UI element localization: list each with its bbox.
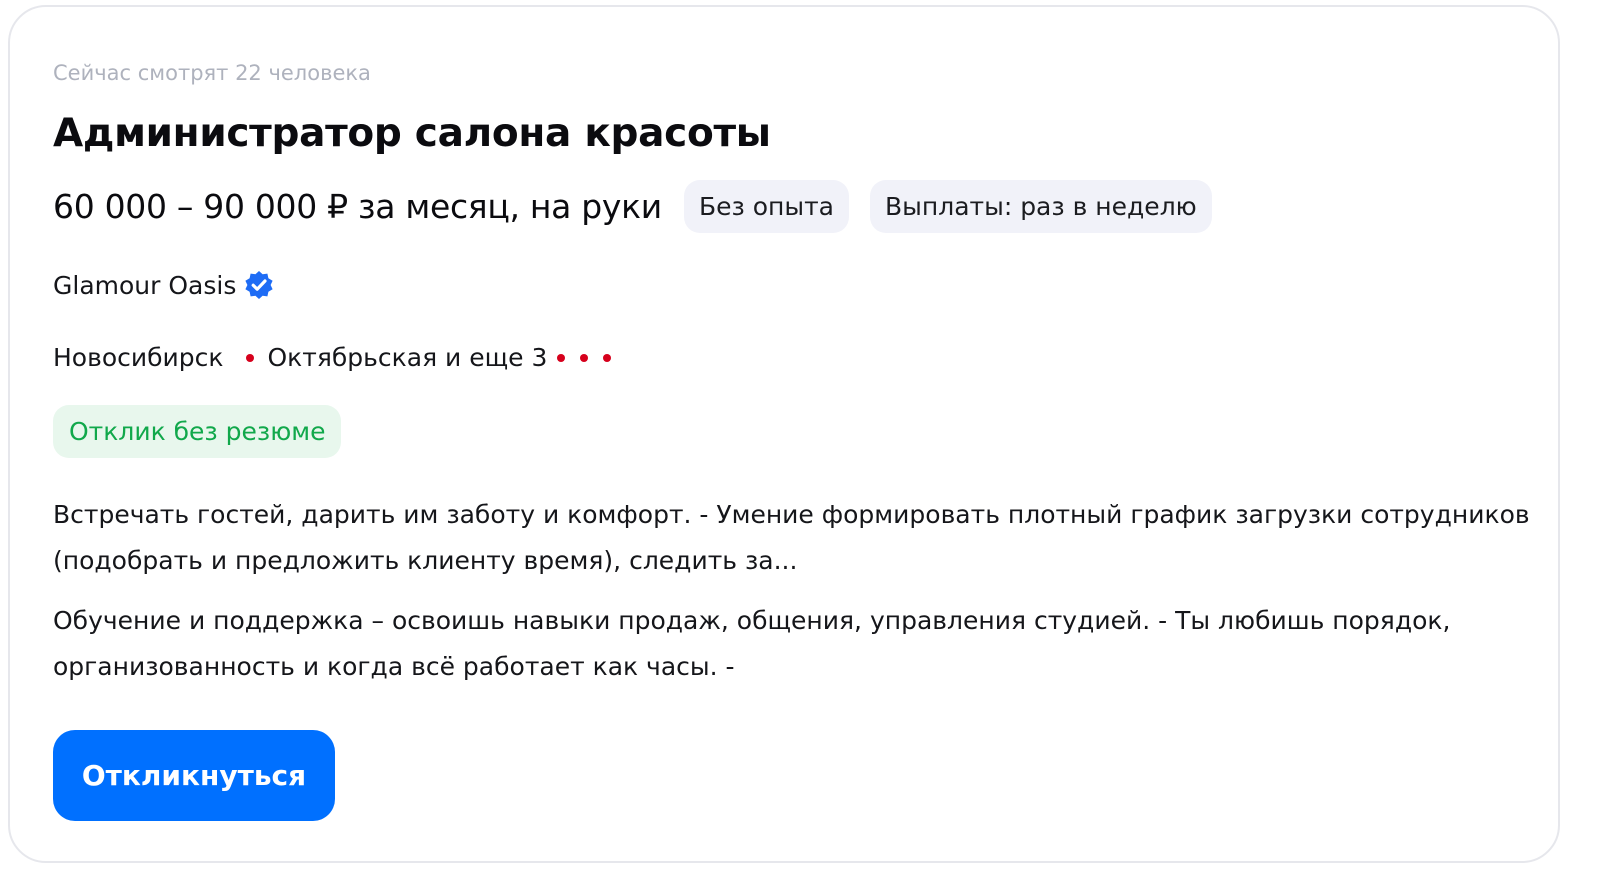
company-row: Glamour Oasis [53,269,275,301]
more-metro-lines [557,353,626,362]
description-responsibilities: Встречать гостей, дарить им заботу и ком… [53,500,1530,575]
no-resume-badge: Отклик без резюме [53,405,342,458]
salary-row: 60 000 – 90 000 ₽ за месяц, на руки Без … [53,180,1233,233]
vacancy-card[interactable]: Сейчас смотрят 22 человека Администратор… [8,5,1560,863]
vacancy-title[interactable]: Администратор салона красоты [53,111,771,156]
vacancy-card-content: Сейчас смотрят 22 человека Администратор… [53,7,1558,861]
salary: 60 000 – 90 000 ₽ за месяц, на руки [53,187,662,226]
verified-badge-icon [243,269,275,301]
location-row: Новосибирск Октябрьская и еще 3 [53,343,626,372]
city: Новосибирск [53,343,224,372]
description-conditions: Обучение и поддержка – освоишь навыки пр… [53,606,1451,681]
viewers-count: Сейчас смотрят 22 человека [53,61,371,85]
metro-line-dot-icon [245,353,254,362]
metro-line-dot-icon [603,353,612,362]
metro-line-dot-icon [580,353,589,362]
experience-tag: Без опыта [683,180,849,233]
metro-line-dot-icon [557,353,566,362]
apply-button[interactable]: Откликнуться [53,730,335,821]
metro-station: Октябрьская и еще 3 [267,343,548,372]
payout-tag: Выплаты: раз в неделю [869,180,1212,233]
company-name[interactable]: Glamour Oasis [53,271,236,300]
